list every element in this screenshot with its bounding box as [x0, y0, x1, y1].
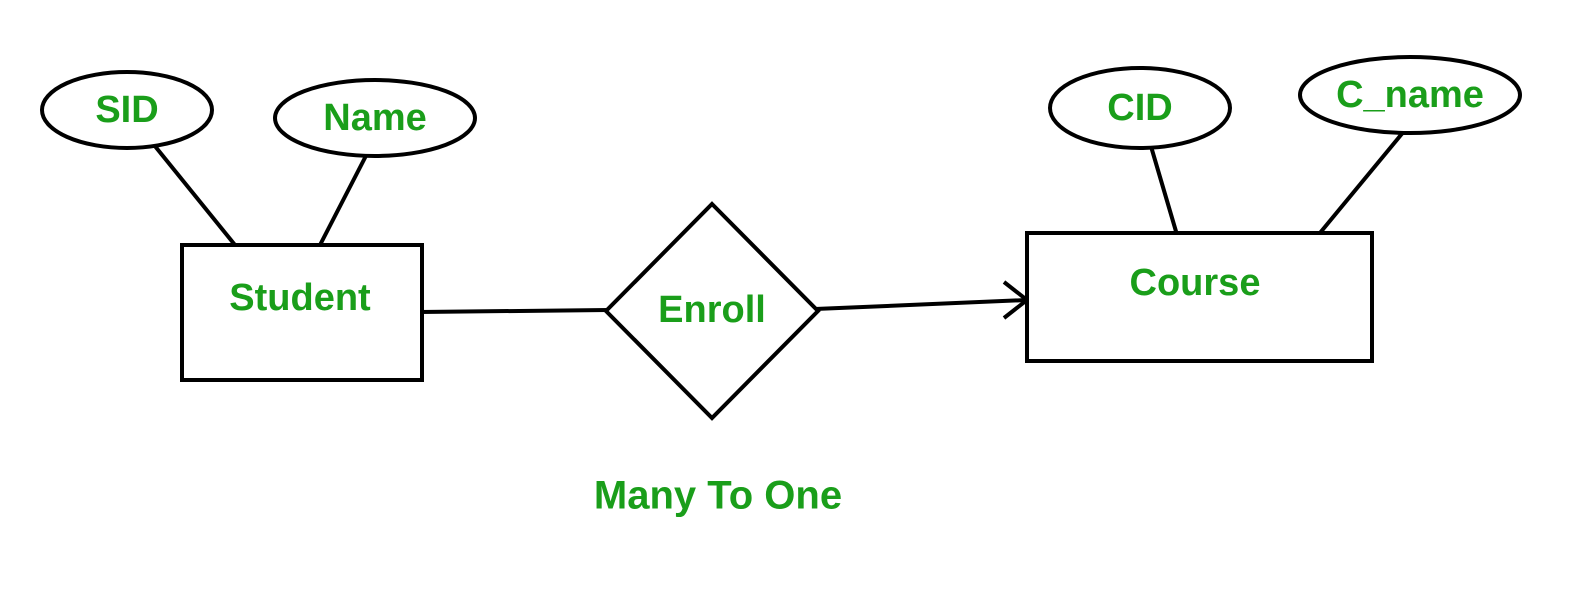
- entity-student-label: Student: [229, 277, 371, 319]
- connector-student-enroll: [420, 310, 608, 312]
- attribute-cid-label: CID: [1107, 87, 1172, 129]
- connector-enroll-course: [815, 300, 1027, 309]
- attribute-sid-label: SID: [95, 89, 158, 131]
- connector-name-student: [320, 148, 370, 245]
- entity-course-label: Course: [1130, 262, 1261, 304]
- attribute-name-label: Name: [323, 97, 427, 139]
- connector-cid-course: [1150, 143, 1180, 245]
- er-diagram: SID Name CID C_name Student Course Enrol…: [0, 0, 1594, 613]
- connector-cname-course: [1310, 130, 1405, 245]
- diagram-caption: Many To One: [594, 474, 842, 518]
- connector-sid-student: [150, 140, 235, 245]
- relationship-enroll-label: Enroll: [658, 289, 766, 331]
- attribute-cname-label: C_name: [1336, 74, 1484, 116]
